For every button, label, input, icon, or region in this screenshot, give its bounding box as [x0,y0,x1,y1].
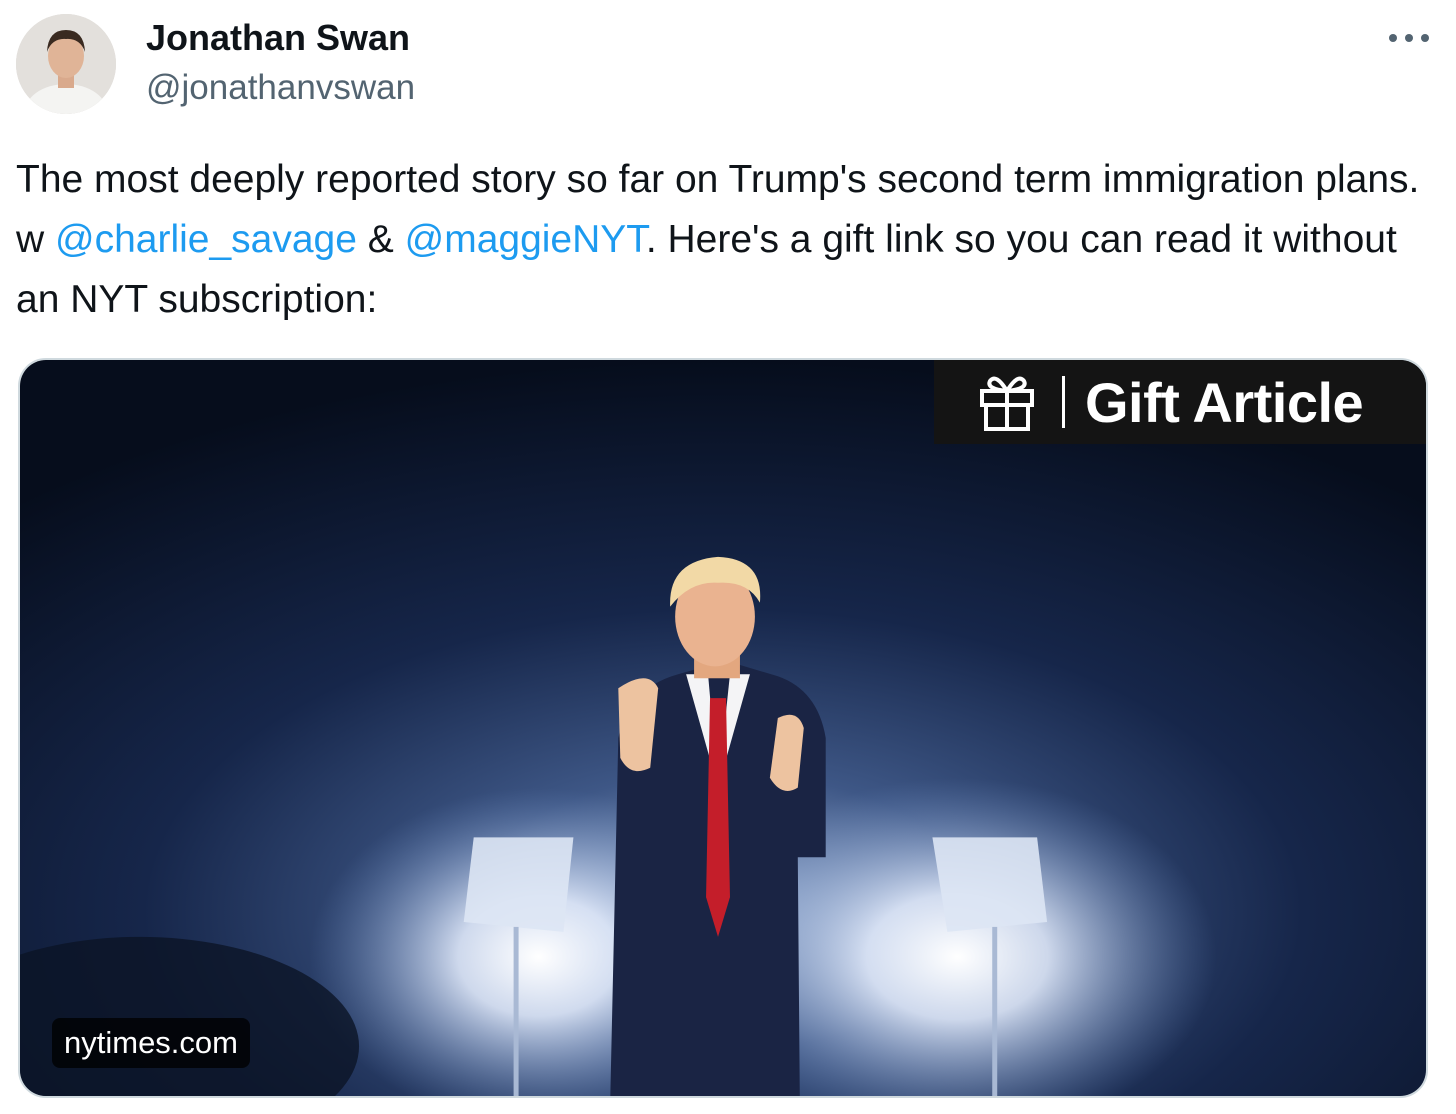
gift-article-label: Gift Article [1085,370,1364,434]
more-horizontal-icon [1389,34,1429,42]
link-preview-card[interactable]: Gift Article nytimes.com [18,358,1428,1098]
gift-article-banner: Gift Article [934,360,1426,444]
tweet-text-segment: & [356,218,405,261]
mention-maggie-nyt-link[interactable]: @maggieNYT [405,218,646,261]
mention-charlie-savage-link[interactable]: @charlie_savage [55,218,357,261]
gift-icon [980,376,1034,431]
tweet-text: The most deeply reported story so far on… [16,150,1426,330]
avatar-photo [16,14,116,114]
more-options-button[interactable] [1383,16,1435,56]
card-domain-badge: nytimes.com [52,1018,250,1068]
article-photo [20,360,1426,1096]
display-name[interactable]: Jonathan Swan [146,16,410,60]
avatar[interactable] [16,14,116,114]
banner-divider [1062,376,1065,428]
user-handle[interactable]: @jonathanvswan [146,66,415,110]
